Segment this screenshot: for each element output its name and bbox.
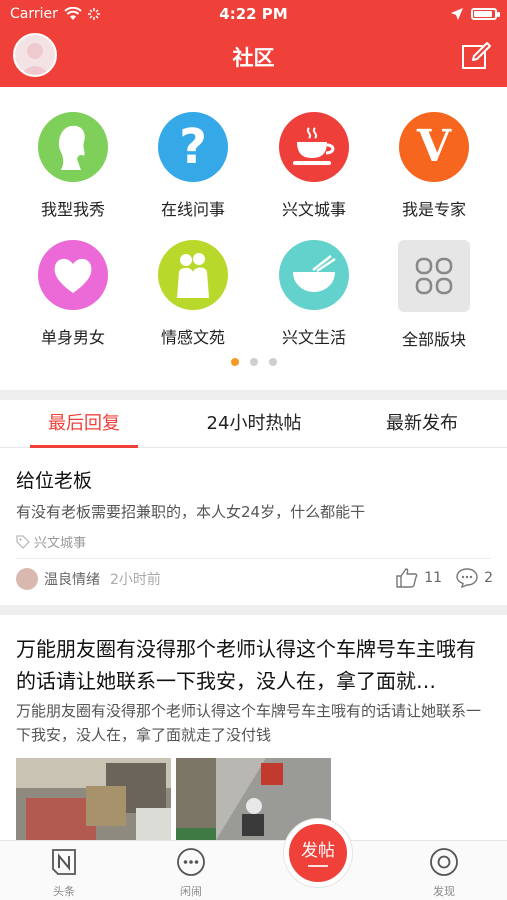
letter-v-icon: V: [399, 112, 469, 182]
like-count: 11: [424, 570, 443, 586]
section-divider: [0, 390, 507, 400]
tab-label: 发现: [433, 885, 455, 898]
post-image[interactable]: [16, 758, 171, 840]
author-avatar[interactable]: [16, 568, 38, 590]
n-logo-icon: [52, 849, 76, 875]
comment-count: 2: [484, 570, 493, 586]
tab-newest[interactable]: 最新发布: [370, 400, 474, 448]
app-header: Carrier 4:22 PM 社区: [0, 0, 507, 87]
post-tag[interactable]: 兴文城事: [16, 532, 86, 551]
post-title: 给位老板: [16, 470, 93, 492]
category-item-xingwenchengshi[interactable]: 兴文城事: [264, 112, 364, 220]
chat-bubble-icon: [177, 848, 205, 876]
tag-icon: [16, 534, 30, 549]
tab-24h-hot[interactable]: 24小时热帖: [195, 400, 313, 448]
tab-discover[interactable]: 发现: [414, 847, 474, 899]
category-item-quanbubankuai[interactable]: 全部版块: [384, 240, 484, 350]
post-card[interactable]: 万能朋友圈有没得那个老师认得这个车牌号车主哦有的话请让她联系一下我安，没人在，拿…: [0, 615, 507, 840]
category-item-zaixianwenshi[interactable]: ? 在线问事: [143, 112, 243, 220]
teacup-icon: [279, 112, 349, 182]
category-item-xingwenshenghuo[interactable]: 兴文生活: [264, 240, 364, 348]
category-label: 在线问事: [160, 200, 225, 219]
comment-icon[interactable]: [456, 568, 478, 588]
author-name: 温良情绪: [44, 572, 100, 588]
category-label: 我是专家: [401, 200, 466, 219]
status-bar: Carrier 4:22 PM: [0, 0, 507, 28]
category-item-woshizhuanjia[interactable]: V 我是专家: [384, 112, 484, 220]
noodle-bowl-icon: [279, 240, 349, 310]
new-post-button[interactable]: 发帖: [284, 819, 352, 887]
post-time: 2小时前: [110, 572, 161, 588]
bottom-tab-bar: 头条 闲闹 发现: [0, 840, 507, 900]
page-indicator[interactable]: [0, 358, 507, 366]
tab-headlines[interactable]: 头条: [34, 847, 94, 899]
post-summary: 万能朋友圈有没得那个老师认得这个车牌号车主哦有的话请让她联系一下我安，没人在，拿…: [16, 702, 482, 744]
section-divider: [0, 605, 507, 615]
edit-icon[interactable]: [461, 41, 491, 71]
tab-latest-reply[interactable]: 最后回复: [30, 400, 138, 448]
category-label: 兴文城事: [281, 200, 346, 219]
couple-icon: [158, 240, 228, 310]
new-post-label: 发帖: [301, 841, 335, 861]
page-dot[interactable]: [230, 358, 239, 366]
page-dot[interactable]: [268, 358, 277, 366]
grid-icon: [398, 240, 470, 312]
tab-label: 头条: [53, 885, 75, 898]
category-item-woxingwoxiu[interactable]: 我型我秀: [23, 112, 123, 220]
tab-label: 闲闹: [180, 885, 202, 898]
page-title: 社区: [232, 46, 275, 70]
category-label: 兴文生活: [281, 328, 346, 347]
heart-icon: [38, 240, 108, 310]
question-icon: ?: [158, 112, 228, 182]
category-label: 情感文苑: [160, 328, 225, 347]
category-grid: 我型我秀 ? 在线问事 兴文城事 V 我是专家 单身男女 情感文苑 兴文生活 全…: [0, 100, 507, 390]
category-item-danshennannv[interactable]: 单身男女: [23, 240, 123, 348]
post-author[interactable]: 温良情绪 2小时前: [16, 568, 161, 590]
discover-icon: [430, 848, 458, 876]
nav-bar: 社区: [0, 28, 507, 87]
post-card[interactable]: 给位老板 有没有老板需要招兼职的，本人女24岁，什么都能干 兴文城事 温良情绪 …: [0, 448, 507, 605]
status-time: 4:22 PM: [219, 5, 288, 23]
tab-chat[interactable]: 闲闹: [161, 847, 221, 899]
thumbs-up-icon[interactable]: [396, 568, 418, 588]
woman-silhouette-icon: [38, 112, 108, 182]
page-dot[interactable]: [249, 358, 258, 366]
category-label: 全部版块: [401, 330, 466, 349]
category-item-qingganwenyuan[interactable]: 情感文苑: [143, 240, 243, 348]
post-summary: 有没有老板需要招兼职的，本人女24岁，什么都能干: [16, 503, 366, 521]
category-label: 我型我秀: [40, 200, 105, 219]
divider: [16, 558, 491, 559]
category-label: 单身男女: [40, 328, 105, 347]
post-tag-label: 兴文城事: [34, 536, 87, 551]
battery-icon: [471, 8, 500, 20]
feed-tabs: 最后回复 24小时热帖 最新发布: [0, 400, 507, 448]
post-stats: 11 2: [396, 568, 493, 588]
post-title: 万能朋友圈有没得那个老师认得这个车牌号车主哦有的话请让她联系一下我安，没人在，拿…: [16, 637, 476, 693]
